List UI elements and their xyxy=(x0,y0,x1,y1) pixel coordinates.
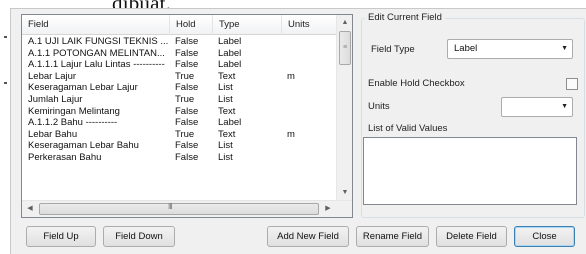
field-editor-window: Field Hold Type Units A.1 UJI LAIK FUNGS… xyxy=(10,8,586,254)
group-title: Edit Current Field xyxy=(365,12,445,23)
column-header-type[interactable]: Type xyxy=(213,15,282,35)
valid-values-listbox[interactable] xyxy=(363,137,577,205)
scroll-left-arrow-icon[interactable]: ◀ xyxy=(22,201,38,217)
row-type-cell: Text xyxy=(218,70,236,82)
fields-listview[interactable]: Field Hold Type Units A.1 UJI LAIK FUNGS… xyxy=(21,14,353,218)
row-field-cell: Keseragaman Lebar Lajur xyxy=(28,82,138,94)
row-hold-cell: False xyxy=(175,140,199,152)
grip-icon: ≡ xyxy=(343,44,348,51)
listview-rows: A.1 UJI LAIK FUNGSI TEKNIS ... False Label… xyxy=(22,36,337,164)
list-row[interactable]: Perkerasan Bahu False List xyxy=(22,152,337,164)
list-row[interactable]: Jumlah Lajur True List xyxy=(22,94,337,106)
row-field-cell: A.1 UJI LAIK FUNGSI TEKNIS ... xyxy=(28,36,169,47)
vertical-scrollbar[interactable]: ▲ ≡ ▼ xyxy=(336,15,352,201)
field-down-button[interactable]: Field Down xyxy=(103,226,175,247)
field-type-value: Label xyxy=(454,43,478,54)
row-hold-cell: False xyxy=(175,105,199,117)
list-row[interactable]: Keseragaman Lebar Lajur False List xyxy=(22,82,337,94)
valid-values-label: List of Valid Values xyxy=(368,123,448,134)
row-type-cell: Label xyxy=(218,47,242,59)
grip-label: III xyxy=(168,202,173,211)
row-field-cell: A.1.1.2 Bahu ---------- xyxy=(28,117,118,129)
row-type-cell: Label xyxy=(218,117,242,129)
list-row[interactable]: A.1 UJI LAIK FUNGSI TEKNIS ... False Label xyxy=(22,36,337,48)
chevron-down-icon: ▼ xyxy=(561,103,568,110)
row-type-cell: Text xyxy=(218,105,236,117)
row-hold-cell: False xyxy=(175,36,199,47)
column-header-units[interactable]: Units xyxy=(282,15,337,35)
row-hold-cell: True xyxy=(175,128,195,140)
row-type-cell: List xyxy=(218,93,233,105)
listview-header: Field Hold Type Units xyxy=(22,15,337,35)
horizontal-scroll-thumb[interactable]: III xyxy=(39,202,319,215)
units-label: Units xyxy=(368,101,390,112)
row-units-cell: m xyxy=(287,128,295,140)
list-row[interactable]: Lebar Lajur True Text m xyxy=(22,71,337,83)
enable-hold-label: Enable Hold Checkbox xyxy=(368,78,465,89)
row-field-cell: Keseragaman Lebar Bahu xyxy=(28,140,139,152)
row-type-cell: Text xyxy=(218,128,236,140)
list-row[interactable]: A.1.1.1 Lajur Lalu Lintas ---------- Fals… xyxy=(22,59,337,71)
row-field-cell: Perkerasan Bahu xyxy=(28,151,102,163)
row-hold-cell: False xyxy=(175,82,199,94)
row-field-cell: Kemiringan Melintang xyxy=(28,105,120,117)
page: dibuat. Field Hold Type Units A.1 UJI LA… xyxy=(0,0,586,254)
row-type-cell: List xyxy=(218,82,233,94)
scroll-up-arrow-icon[interactable]: ▲ xyxy=(337,15,353,31)
delete-field-button[interactable]: Delete Field xyxy=(436,226,507,247)
rename-field-button[interactable]: Rename Field xyxy=(356,226,429,247)
close-button[interactable]: Close xyxy=(514,226,575,247)
row-field-cell: A.1.1.1 Lajur Lalu Lintas ---------- xyxy=(28,59,165,71)
row-units-cell: m xyxy=(287,70,295,82)
list-row[interactable]: A.1.1.2 Bahu ---------- False Label xyxy=(22,117,337,129)
list-row[interactable]: Lebar Bahu True Text m xyxy=(22,129,337,141)
row-field-cell: Lebar Lajur xyxy=(28,70,77,82)
row-type-cell: List xyxy=(218,140,233,152)
row-hold-cell: True xyxy=(175,93,195,105)
row-type-cell: Label xyxy=(218,36,242,47)
enable-hold-checkbox[interactable] xyxy=(566,78,578,90)
scroll-right-arrow-icon[interactable]: ▶ xyxy=(320,201,336,217)
row-hold-cell: True xyxy=(175,70,195,82)
units-combobox[interactable]: ▼ xyxy=(501,97,573,117)
column-header-field[interactable]: Field xyxy=(22,15,170,35)
row-field-cell: A.1.1 POTONGAN MELINTAN... xyxy=(28,47,165,59)
field-type-label: Field Type xyxy=(371,44,415,55)
row-field-cell: Jumlah Lajur xyxy=(28,93,83,105)
edge-mark xyxy=(4,36,7,38)
row-type-cell: List xyxy=(218,151,233,163)
list-row[interactable]: Keseragaman Lebar Bahu False List xyxy=(22,140,337,152)
horizontal-scrollbar[interactable]: ◀ III ▶ xyxy=(22,200,352,217)
list-row[interactable]: A.1.1 POTONGAN MELINTAN... False Label xyxy=(22,48,337,60)
edge-mark xyxy=(4,82,7,84)
vertical-scroll-thumb[interactable]: ≡ xyxy=(339,31,351,65)
list-row[interactable]: Kemiringan Melintang False Text xyxy=(22,106,337,118)
field-up-button[interactable]: Field Up xyxy=(26,226,96,247)
row-field-cell: Lebar Bahu xyxy=(28,128,78,140)
field-type-combobox[interactable]: Label ▼ xyxy=(447,39,573,59)
row-hold-cell: False xyxy=(175,117,199,129)
scroll-down-arrow-icon[interactable]: ▼ xyxy=(337,185,353,201)
row-hold-cell: False xyxy=(175,151,199,163)
chevron-down-icon: ▼ xyxy=(561,45,568,52)
column-header-hold[interactable]: Hold xyxy=(170,15,213,35)
add-new-field-button[interactable]: Add New Field xyxy=(267,226,349,247)
row-hold-cell: False xyxy=(175,59,199,71)
row-hold-cell: False xyxy=(175,47,199,59)
row-type-cell: Label xyxy=(218,59,242,71)
